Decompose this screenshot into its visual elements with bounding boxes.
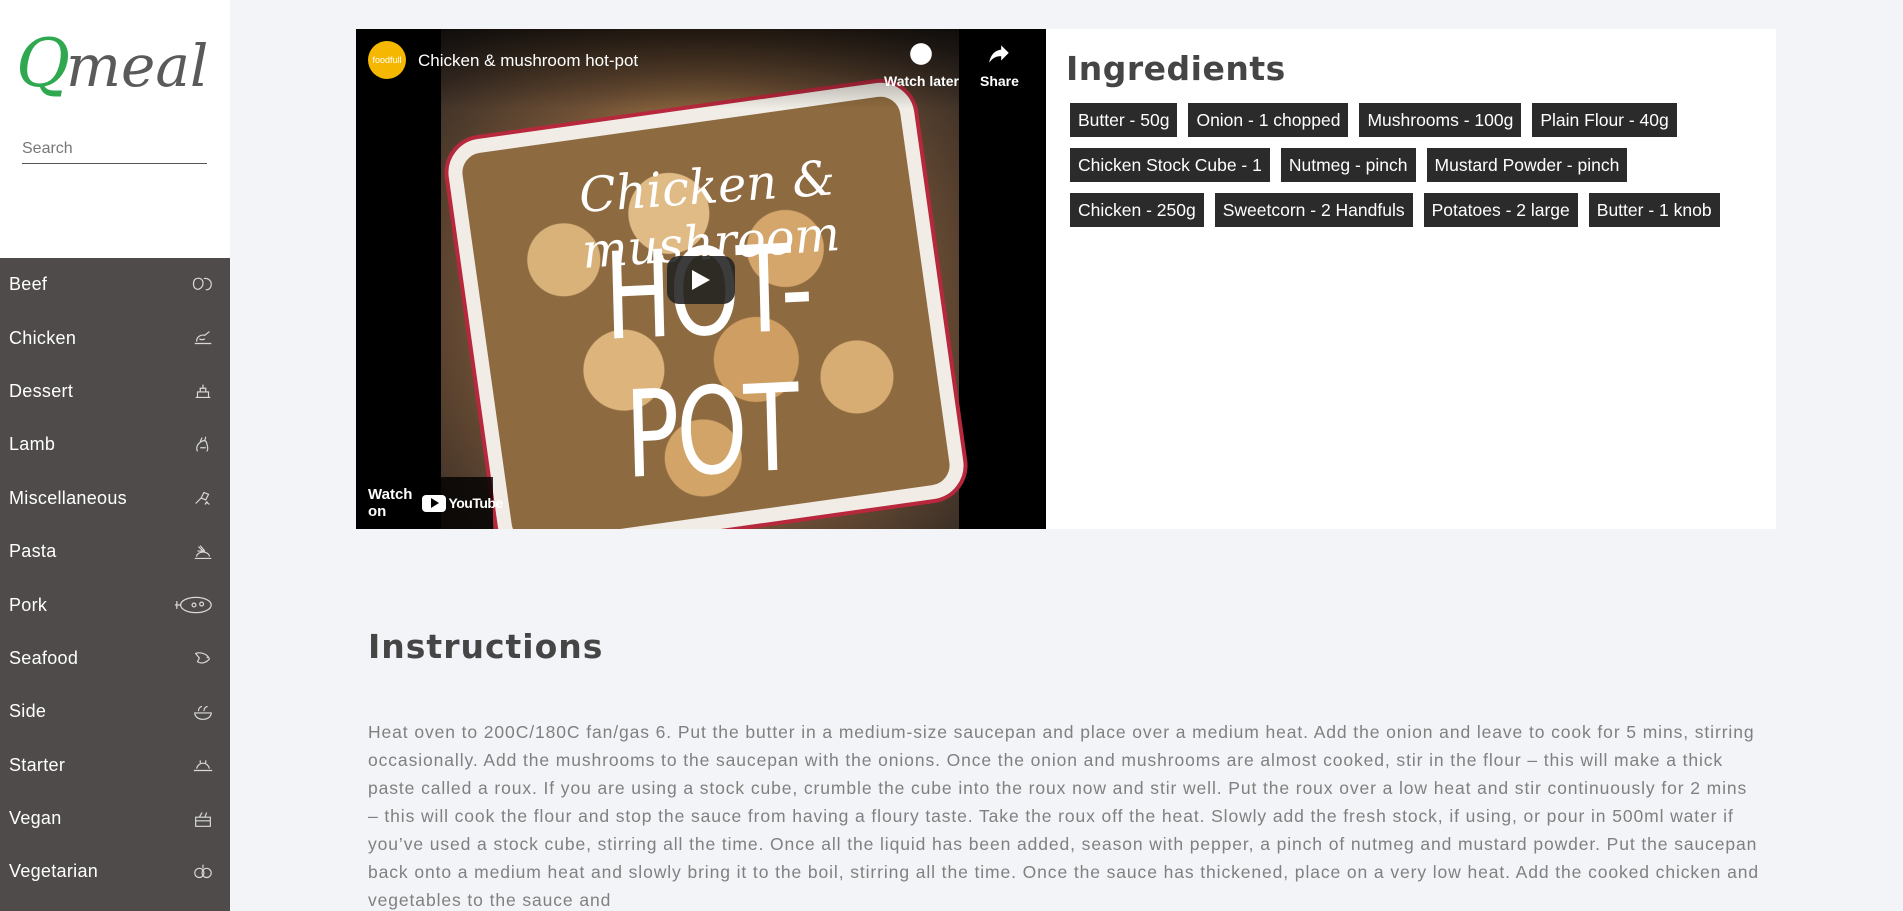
youtube-embed[interactable]: Chicken & mushroom HOT-POT foodfull Chic… — [356, 29, 1046, 529]
ingredient-chip: Nutmeg - pinch — [1280, 148, 1416, 182]
ingredient-chip: Butter - 50g — [1070, 103, 1178, 137]
miscellaneous-icon — [190, 487, 216, 509]
chicken-icon — [190, 327, 216, 349]
youtube-play-icon — [422, 494, 447, 512]
nav-label: Miscellaneous — [9, 487, 127, 508]
ingredients-panel: Ingredients Butter - 50g Onion - 1 chopp… — [1046, 29, 1776, 529]
sidebar: Q meal Beef Chicken Dessert Lamb Miscell… — [0, 0, 230, 911]
logo-q-letter: Q — [16, 25, 70, 102]
nav-label: Pork — [9, 594, 48, 615]
ingredient-chip: Chicken Stock Cube - 1 — [1070, 148, 1270, 182]
ingredient-chip: Sweetcorn - 2 Handfuls — [1214, 193, 1413, 227]
nav-label: Seafood — [9, 647, 79, 668]
nav-label: Vegetarian — [9, 861, 99, 882]
nav-item-pork[interactable]: Pork — [0, 578, 230, 631]
search-wrapper — [22, 134, 207, 164]
vegetarian-icon — [190, 861, 216, 883]
search-input[interactable] — [22, 134, 207, 164]
qmeal-logo[interactable]: Q meal — [14, 14, 224, 104]
ingredients-title: Ingredients — [1066, 49, 1286, 88]
seafood-icon — [190, 647, 216, 669]
nav-item-beef[interactable]: Beef — [0, 258, 230, 311]
nav-label: Side — [9, 701, 47, 722]
nav-label: Chicken — [9, 327, 77, 348]
youtube-logo: YouTube — [422, 494, 503, 512]
ingredient-chip: Onion - 1 chopped — [1188, 103, 1349, 137]
instructions-title: Instructions — [368, 627, 604, 666]
nav-item-seafood[interactable]: Seafood — [0, 632, 230, 685]
dessert-icon — [190, 380, 216, 402]
nav-item-vegetarian[interactable]: Vegetarian — [0, 845, 230, 898]
nav-item-dessert[interactable]: Dessert — [0, 365, 230, 418]
nav-label: Starter — [9, 754, 66, 775]
ingredient-list: Butter - 50g Onion - 1 chopped Mushrooms… — [1070, 103, 1770, 238]
beef-icon — [190, 274, 216, 296]
channel-avatar[interactable]: foodfull — [368, 41, 406, 79]
logo-meal-text: meal — [66, 32, 208, 100]
watch-on-youtube-link[interactable]: Watch on YouTube — [356, 477, 503, 529]
watch-later-label: Watch later — [884, 73, 959, 89]
video-title[interactable]: Chicken & mushroom hot-pot — [418, 51, 638, 71]
lamb-icon — [190, 434, 216, 456]
pork-icon — [172, 594, 216, 616]
nav-item-side[interactable]: Side — [0, 685, 230, 738]
side-icon — [190, 701, 216, 723]
ingredient-chip: Plain Flour - 40g — [1532, 103, 1677, 137]
youtube-wordmark: YouTube — [448, 495, 503, 511]
ingredient-chip: Chicken - 250g — [1070, 193, 1204, 227]
nav-item-miscellaneous[interactable]: Miscellaneous — [0, 472, 230, 525]
ingredient-chip: Mushrooms - 100g — [1359, 103, 1522, 137]
share-label: Share — [980, 73, 1019, 89]
pasta-icon — [190, 541, 216, 563]
play-icon — [692, 270, 710, 290]
instructions-text: Heat oven to 200C/180C fan/gas 6. Put th… — [368, 722, 1759, 910]
nav-label: Lamb — [9, 434, 56, 455]
ingredient-chip: Potatoes - 2 large — [1423, 193, 1578, 227]
channel-badge-text: foodfull — [372, 55, 402, 65]
watch-on-label: Watch on — [368, 486, 413, 520]
nav-label: Pasta — [9, 541, 57, 562]
share-arrow-icon — [989, 45, 1010, 63]
nav-label: Beef — [9, 274, 48, 295]
nav-label: Vegan — [9, 808, 62, 829]
nav-item-pasta[interactable]: Pasta — [0, 525, 230, 578]
nav-label: Dessert — [9, 380, 74, 401]
nav-item-lamb[interactable]: Lamb — [0, 418, 230, 471]
nav-item-starter[interactable]: Starter — [0, 739, 230, 792]
share-button[interactable]: Share — [980, 41, 1019, 89]
watch-later-button[interactable]: Watch later — [884, 41, 959, 89]
nav-item-chicken[interactable]: Chicken — [0, 311, 230, 364]
nav-item-vegan[interactable]: Vegan — [0, 792, 230, 845]
vegan-icon — [190, 808, 216, 830]
clock-icon — [910, 43, 933, 65]
play-button[interactable] — [667, 256, 735, 304]
starter-icon — [190, 754, 216, 776]
ingredient-chip: Butter - 1 knob — [1588, 193, 1720, 227]
ingredient-chip: Mustard Powder - pinch — [1426, 148, 1628, 182]
category-nav: Beef Chicken Dessert Lamb Miscellaneous … — [0, 258, 230, 911]
